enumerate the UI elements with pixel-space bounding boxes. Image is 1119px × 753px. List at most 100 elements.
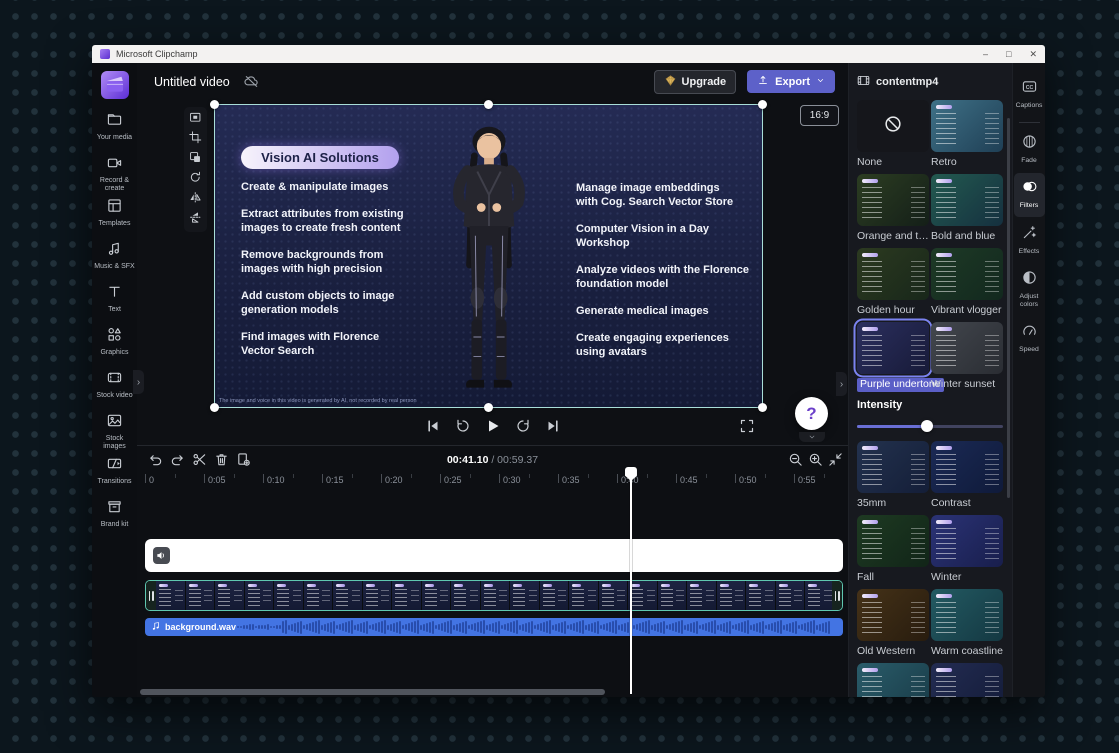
sidebar-item-stock-video[interactable]: Stock video bbox=[92, 365, 137, 408]
filter-winter[interactable]: Winter bbox=[931, 515, 1003, 589]
tool-adjust-colors[interactable]: Adjust colors bbox=[1014, 264, 1045, 315]
play-button[interactable] bbox=[484, 420, 501, 437]
resize-handle-bottom-middle[interactable] bbox=[484, 403, 493, 412]
filter-35mm[interactable]: 35mm bbox=[857, 441, 929, 515]
filters-panel-scrollbar[interactable] bbox=[1007, 118, 1010, 498]
seek-back-button[interactable] bbox=[454, 420, 471, 437]
filter-label: Orange and teal bbox=[857, 230, 929, 244]
filter-retro[interactable]: Retro bbox=[931, 100, 1003, 174]
intensity-slider[interactable] bbox=[857, 420, 1003, 432]
aspect-ratio-badge[interactable]: 16:9 bbox=[800, 105, 839, 126]
project-title[interactable]: Untitled video bbox=[154, 75, 230, 89]
resize-handle-bottom-left[interactable] bbox=[210, 403, 219, 412]
filter-golden-hour[interactable]: Golden hour bbox=[857, 248, 929, 322]
maximize-button[interactable]: □ bbox=[1006, 45, 1011, 63]
tool-speed[interactable]: Speed bbox=[1014, 317, 1045, 361]
sidebar-item-templates[interactable]: Templates bbox=[92, 193, 137, 236]
close-button[interactable]: ✕ bbox=[1029, 45, 1037, 63]
undo-button[interactable] bbox=[148, 452, 164, 468]
resize-handle-top-middle[interactable] bbox=[484, 100, 493, 109]
sidebar-item-text[interactable]: Text bbox=[92, 279, 137, 322]
sidebar-item-transitions[interactable]: Transitions bbox=[92, 451, 137, 494]
flip-horizontal-button[interactable] bbox=[187, 191, 204, 208]
ruler-label: 0:55 bbox=[798, 475, 816, 485]
fit-button[interactable] bbox=[187, 111, 204, 128]
filter-tile[interactable] bbox=[931, 663, 1003, 697]
delete-button[interactable] bbox=[214, 452, 230, 468]
filter-winter-sunset[interactable]: Winter sunset bbox=[931, 322, 1003, 396]
skip-end-button[interactable] bbox=[544, 420, 561, 437]
video-preview-clip[interactable]: Vision AI Solutions Create & manipulate … bbox=[215, 105, 762, 407]
help-button[interactable]: ? bbox=[795, 397, 828, 430]
fullscreen-button[interactable] bbox=[739, 418, 755, 434]
sidebar-item-record-create[interactable]: Record & create bbox=[92, 150, 137, 193]
filter-tile[interactable] bbox=[857, 663, 929, 697]
trim-handle-left[interactable] bbox=[146, 581, 156, 610]
sidebar-item-your-media[interactable]: Your media bbox=[92, 107, 137, 150]
ruler-label: 0:50 bbox=[739, 475, 757, 485]
filter-none[interactable]: None bbox=[857, 100, 929, 174]
zoom-out-button[interactable] bbox=[788, 452, 804, 468]
sidebar-item-label: Templates bbox=[99, 220, 131, 228]
tool-filters[interactable]: Filters bbox=[1014, 173, 1045, 217]
window-titlebar: Microsoft Clipchamp – □ ✕ bbox=[92, 45, 1045, 63]
filter-contrast[interactable]: Contrast bbox=[931, 441, 1003, 515]
zoom-fit-button[interactable] bbox=[828, 452, 844, 468]
ruler-label: 0:05 bbox=[208, 475, 226, 485]
filter-purple-undertone[interactable]: Purple undertone bbox=[857, 322, 929, 396]
crop-button[interactable] bbox=[187, 131, 204, 148]
skip-start-button[interactable] bbox=[424, 420, 441, 437]
upgrade-label: Upgrade bbox=[682, 76, 727, 88]
adjust-colors-icon bbox=[1022, 270, 1037, 290]
intensity-slider-thumb[interactable] bbox=[921, 420, 933, 432]
tool-captions[interactable]: CCCaptions bbox=[1014, 73, 1045, 117]
redo-button[interactable] bbox=[170, 452, 186, 468]
zoom-in-button[interactable] bbox=[808, 452, 824, 468]
collapse-help-tab[interactable] bbox=[799, 432, 825, 442]
sidebar-item-graphics[interactable]: Graphics bbox=[92, 322, 137, 365]
minimize-button[interactable]: – bbox=[983, 45, 988, 63]
trim-handle-right[interactable] bbox=[832, 581, 842, 610]
audio-track[interactable]: background.wav bbox=[145, 618, 843, 636]
export-button[interactable]: Export bbox=[747, 70, 835, 93]
filter-orange-and-teal[interactable]: Orange and teal bbox=[857, 174, 929, 248]
split-button[interactable] bbox=[192, 452, 208, 468]
video-track[interactable] bbox=[145, 580, 843, 611]
sidebar-item-stock-images[interactable]: Stock images bbox=[92, 408, 137, 451]
current-time: 00:41.10 bbox=[447, 454, 488, 466]
clipchamp-app-logo[interactable] bbox=[101, 71, 129, 99]
seek-forward-button[interactable] bbox=[514, 420, 531, 437]
resize-handle-bottom-right[interactable] bbox=[758, 403, 767, 412]
rotate-button[interactable] bbox=[187, 171, 204, 188]
timeline-ruler[interactable]: 00:050:100:150:200:250:300:350:400:450:5… bbox=[145, 471, 853, 491]
playhead[interactable] bbox=[630, 467, 632, 694]
fit-icon bbox=[189, 111, 202, 129]
flip-vertical-button[interactable] bbox=[187, 211, 204, 228]
cloud-sync-off-icon bbox=[244, 74, 259, 89]
panel-expand-handle[interactable]: › bbox=[836, 372, 847, 396]
sidebar-expand-handle[interactable]: › bbox=[133, 370, 144, 394]
timeline-scrollbar[interactable] bbox=[140, 689, 605, 695]
filter-vibrant-vlogger[interactable]: Vibrant vlogger bbox=[931, 248, 1003, 322]
tool-effects[interactable]: Effects bbox=[1014, 219, 1045, 263]
filter-fall[interactable]: Fall bbox=[857, 515, 929, 589]
filter-old-western[interactable]: Old Western bbox=[857, 589, 929, 663]
filmstrip-frame bbox=[746, 581, 775, 610]
picture-in-picture-button[interactable] bbox=[187, 151, 204, 168]
voiceover-track[interactable] bbox=[145, 539, 843, 572]
filter-thumbnail bbox=[931, 589, 1003, 641]
resize-handle-top-right[interactable] bbox=[758, 100, 767, 109]
filmstrip-frame bbox=[510, 581, 539, 610]
resize-handle-top-left[interactable] bbox=[210, 100, 219, 109]
sidebar-item-music-sfx[interactable]: Music & SFX bbox=[92, 236, 137, 279]
upgrade-button[interactable]: Upgrade bbox=[654, 70, 737, 94]
filter-thumbnail bbox=[931, 248, 1003, 300]
speaker-icon bbox=[153, 547, 170, 564]
text-icon bbox=[107, 284, 122, 304]
tool-fade[interactable]: Fade bbox=[1014, 128, 1045, 172]
filter-bold-and-blue[interactable]: Bold and blue bbox=[931, 174, 1003, 248]
sidebar-item-brand-kit[interactable]: Brand kit bbox=[92, 494, 137, 537]
filter-warm-coastline[interactable]: Warm coastline bbox=[931, 589, 1003, 663]
duplicate-button[interactable] bbox=[236, 452, 252, 468]
sidebar-item-label: Your media bbox=[97, 134, 132, 142]
